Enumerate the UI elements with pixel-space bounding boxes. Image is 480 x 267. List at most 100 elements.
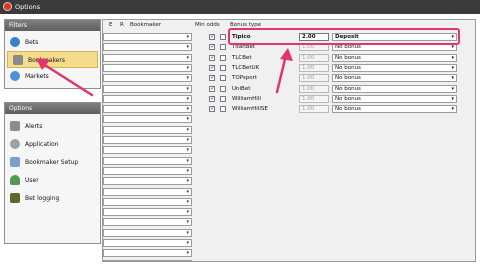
bookmaker-select[interactable]: ▾ [103,239,192,247]
bonus-type-select[interactable]: No bonus ▾ [332,94,457,103]
enabled-checkbox[interactable]: ✓ [209,95,215,102]
chevron-down-icon: ▾ [451,85,454,92]
option-item-alerts[interactable]: Alerts [5,118,100,136]
bookmaker-select[interactable]: ▾ [103,259,192,261]
bookmaker-select[interactable]: ▾ [103,177,192,186]
bookmaker-select[interactable]: ▾ [103,136,192,144]
enabled-checkbox[interactable]: ✓ [209,85,215,92]
title-bar: Options [0,0,480,14]
enabled-checkbox[interactable]: ✓ [209,75,215,82]
bookmaker-select[interactable]: ▾ [103,208,192,217]
bookmaker-name: WilliamHillSE [232,106,268,113]
min-odds-input[interactable]: 1.00 [299,63,329,72]
chevron-down-icon: ▾ [186,147,189,154]
bookmaker-select[interactable]: ▾ [103,156,192,165]
enabled-checkbox[interactable]: ✓ [209,34,215,40]
col-header-r: R [120,22,124,28]
filters-panel: Filters Bets Bookmakers Markets [4,19,101,89]
chevron-down-icon: ▾ [186,209,189,216]
chevron-down-icon: ▾ [186,167,189,174]
coins-icon [13,55,23,65]
bonus-type-select[interactable]: No bonus ▾ [332,63,457,72]
option-item-bookmaker-setup[interactable]: Bookmaker Setup [5,154,100,172]
filter-item-label: Markets [25,73,49,80]
r-checkbox[interactable] [220,44,226,51]
filter-item-bookmakers[interactable]: Bookmakers [7,51,98,68]
chevron-down-icon: ▾ [186,116,189,123]
gear-icon [10,139,20,149]
option-item-label: Application [25,141,59,148]
r-checkbox[interactable] [220,85,226,92]
bookmaker-select[interactable]: ▾ [103,125,192,134]
bookmaker-row: ✓ TLCBet 1.00 No bonus ▾ [103,53,475,63]
bookmaker-select[interactable]: ▾ [103,166,192,175]
bet-logging-icon [10,193,20,203]
bookmaker-name: TLCBet [232,54,252,61]
bookmaker-select[interactable]: ▾ [103,218,192,227]
bookmaker-row: ✓ UniBet 1.00 No bonus ▾ [103,84,475,94]
chevron-down-icon: ▾ [186,157,189,164]
col-header-e: E [109,22,113,28]
bonus-type-select[interactable]: No bonus ▾ [332,74,457,83]
bookmaker-row: ✓ WilliamHill 1.00 No bonus ▾ [103,94,475,104]
filter-item-bets[interactable]: Bets [5,34,100,51]
chevron-down-icon: ▾ [186,126,189,133]
chevron-down-icon: ▾ [186,219,189,226]
bookmaker-name: TitanBet [232,44,256,51]
r-checkbox[interactable] [220,106,226,113]
bonus-type-select[interactable]: No bonus ▾ [332,105,457,114]
bookmaker-name: TLCBetUK [232,64,260,71]
enabled-checkbox[interactable]: ✓ [209,64,215,71]
bookmaker-name: TOPsport [232,75,258,82]
bookmaker-row: ✓ TLCBetUK 1.00 No bonus ▾ [103,63,475,73]
option-item-application[interactable]: Application [5,136,100,154]
bookmaker-name: WilliamHill [232,95,261,102]
bookmaker-select[interactable]: ▾ [103,197,192,206]
bookmaker-select[interactable]: ▾ [103,249,192,258]
bonus-type-value: No bonus [335,106,361,113]
chevron-down-icon: ▾ [186,240,189,246]
option-item-bet-logging[interactable]: Bet logging [5,190,100,208]
option-item-label: User [25,177,39,184]
bonus-type-select[interactable]: No bonus ▾ [332,53,457,62]
r-checkbox[interactable] [220,95,226,102]
bookmaker-select[interactable]: ▾ [103,146,192,155]
globe-icon [10,37,20,47]
enabled-checkbox[interactable]: ✓ [209,106,215,113]
options-panel: Options Alerts Application Bookmaker Set… [4,102,101,244]
options-header: Options [5,103,100,114]
chevron-down-icon: ▾ [451,54,454,61]
highlight-box [228,28,460,45]
min-odds-input[interactable]: 1.00 [299,94,329,103]
bonus-type-value: No bonus [335,95,361,102]
col-header-min-odds: Min odds [195,22,220,28]
r-checkbox[interactable] [220,34,226,40]
setup-icon [10,157,20,167]
enabled-checkbox[interactable]: ✓ [209,54,215,61]
bonus-type-select[interactable]: No bonus ▾ [332,84,457,93]
filter-item-label: Bets [25,39,39,46]
bookmaker-select[interactable]: ▾ [103,228,192,237]
min-odds-input[interactable]: 1.00 [299,74,329,83]
globe-arrow-icon [10,71,20,81]
min-odds-input[interactable]: 1.00 [299,84,329,93]
bonus-type-value: No bonus [335,75,361,82]
user-icon [10,175,20,185]
chevron-down-icon: ▾ [186,250,189,257]
min-odds-input[interactable]: 1.00 [299,105,329,114]
filter-item-markets[interactable]: Markets [5,68,100,85]
chevron-down-icon: ▾ [451,106,454,113]
chevron-down-icon: ▾ [186,178,189,185]
option-item-user[interactable]: User [5,172,100,190]
chevron-down-icon: ▾ [186,229,189,236]
bonus-type-value: No bonus [335,64,361,71]
r-checkbox[interactable] [220,64,226,71]
window-title: Options [15,3,41,11]
r-checkbox[interactable] [220,54,226,61]
chevron-down-icon: ▾ [186,188,189,195]
bookmaker-select[interactable]: ▾ [103,115,192,124]
min-odds-input[interactable]: 1.00 [299,53,329,62]
r-checkbox[interactable] [220,75,226,82]
bookmaker-select[interactable]: ▾ [103,187,192,196]
enabled-checkbox[interactable]: ✓ [209,44,215,51]
